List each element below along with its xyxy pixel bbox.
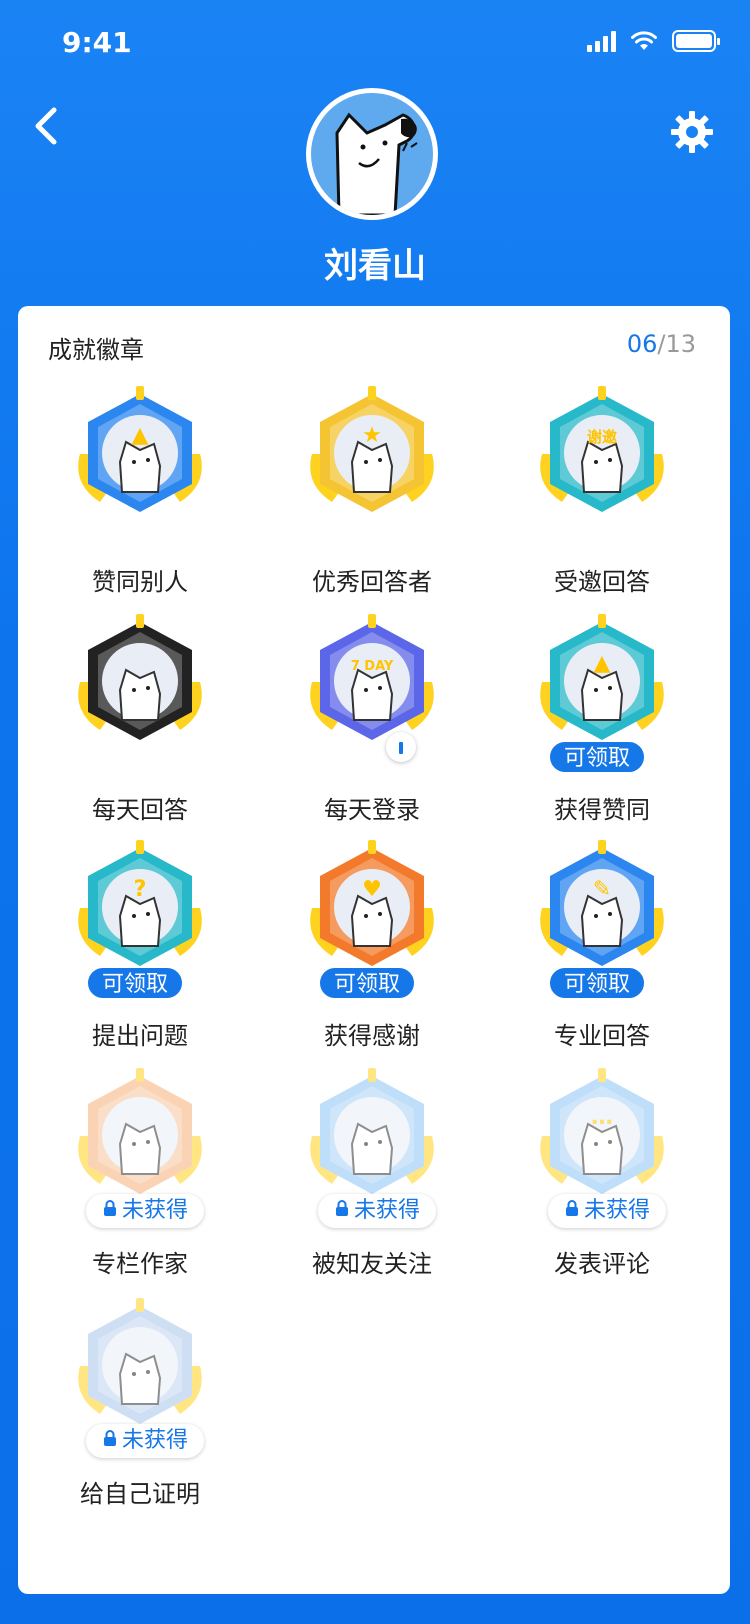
badge-art-icon: ▲ [78,386,202,512]
badge-item[interactable]: 谢邀 受邀回答 [482,384,712,614]
badge-label: 获得感谢 [324,1022,420,1050]
badge-art-icon: 谢邀 [540,386,664,512]
badge-item[interactable]: ▲ 获得赞同 可领取 [482,612,712,842]
badge-item[interactable]: 被知友关注 未获得 [252,1066,482,1296]
badge-item[interactable]: … 发表评论 未获得 [482,1066,712,1296]
badge-art-icon [78,614,202,740]
signal-icon [587,30,616,52]
svg-text:?: ? [134,877,147,902]
badge-item[interactable]: ♥ 获得感谢 可领取 [252,838,482,1068]
badge-label: 赞同别人 [92,568,188,596]
lock-icon [102,1194,118,1228]
svg-text:▲: ▲ [132,423,149,448]
badge-item[interactable]: 专栏作家 未获得 [20,1066,250,1296]
battery-icon [672,30,720,52]
dog-avatar-icon [335,112,418,215]
badge-count: 06/13 [627,330,696,358]
gear-icon[interactable] [670,110,714,154]
badge-locked-tag: 未获得 [548,1194,667,1228]
badge-item[interactable]: 每天回答 [20,612,250,842]
badge-art-icon: ★ [310,386,434,512]
badge-art-icon: 7 DAY [310,614,434,740]
badge-label: 专业回答 [554,1022,650,1050]
badge-claim-button[interactable]: 可领取 [548,966,647,1000]
badge-item[interactable]: ▲ 赞同别人 [20,384,250,614]
badge-label: 每天登录 [324,796,420,824]
avatar[interactable] [306,88,438,220]
badge-state-text: 未获得 [584,1198,651,1223]
badge-label: 受邀回答 [554,568,650,596]
lock-icon [102,1424,118,1458]
back-icon[interactable] [26,104,66,148]
badge-locked-tag: 未获得 [86,1424,205,1458]
badge-label: 每天回答 [92,796,188,824]
badge-item[interactable]: 7 DAY 每天登录 [252,612,482,842]
badge-claim-button[interactable]: 可领取 [86,966,185,1000]
badge-label: 提出问题 [92,1022,188,1050]
svg-text:✎: ✎ [593,877,611,902]
svg-text:7 DAY: 7 DAY [351,659,394,674]
wifi-icon [631,31,657,50]
user-name: 刘看山 [324,246,426,286]
section-title: 成就徽章 [48,336,144,364]
svg-text:★: ★ [362,423,382,448]
badge-label: 获得赞同 [554,796,650,824]
badge-count-earned: 06 [626,330,658,358]
status-bar: 9:41 [0,0,750,88]
svg-text:▲: ▲ [594,651,611,676]
badge-state-text: 未获得 [122,1428,189,1453]
badge-card: 成就徽章 06/13 ▲ 赞同别人 ★ 优秀回答者 谢邀受邀回答每天回答 7 DAY 每天登… [18,306,730,1594]
badge-item[interactable]: ✎ 专业回答 可领取 [482,838,712,1068]
badge-locked-tag: 未获得 [86,1194,205,1228]
badge-claim-button[interactable]: 可领取 [318,966,417,1000]
badge-label: 被知友关注 [312,1250,432,1278]
svg-text:谢邀: 谢邀 [587,428,617,446]
badge-claim-button[interactable]: 可领取 [548,740,647,774]
badge-item[interactable]: 给自己证明 未获得 [20,1296,250,1526]
svg-text:…: … [591,1105,613,1130]
badge-item[interactable]: ★ 优秀回答者 [252,384,482,614]
badge-item[interactable]: ? 提出问题 可领取 [20,838,250,1068]
badge-locked-tag: 未获得 [318,1194,437,1228]
badge-state-text: 未获得 [354,1198,421,1223]
progress-indicator-icon [386,732,416,762]
lock-icon [334,1194,350,1228]
lock-icon [564,1194,580,1228]
badge-label: 专栏作家 [92,1250,188,1278]
badge-label: 发表评论 [554,1250,650,1278]
svg-text:♥: ♥ [362,877,382,902]
badge-state-text: 未获得 [122,1198,189,1223]
status-time: 9:41 [62,26,132,59]
badge-count-total: 13 [665,330,696,358]
badge-label: 给自己证明 [80,1480,200,1508]
badge-label: 优秀回答者 [312,568,432,596]
